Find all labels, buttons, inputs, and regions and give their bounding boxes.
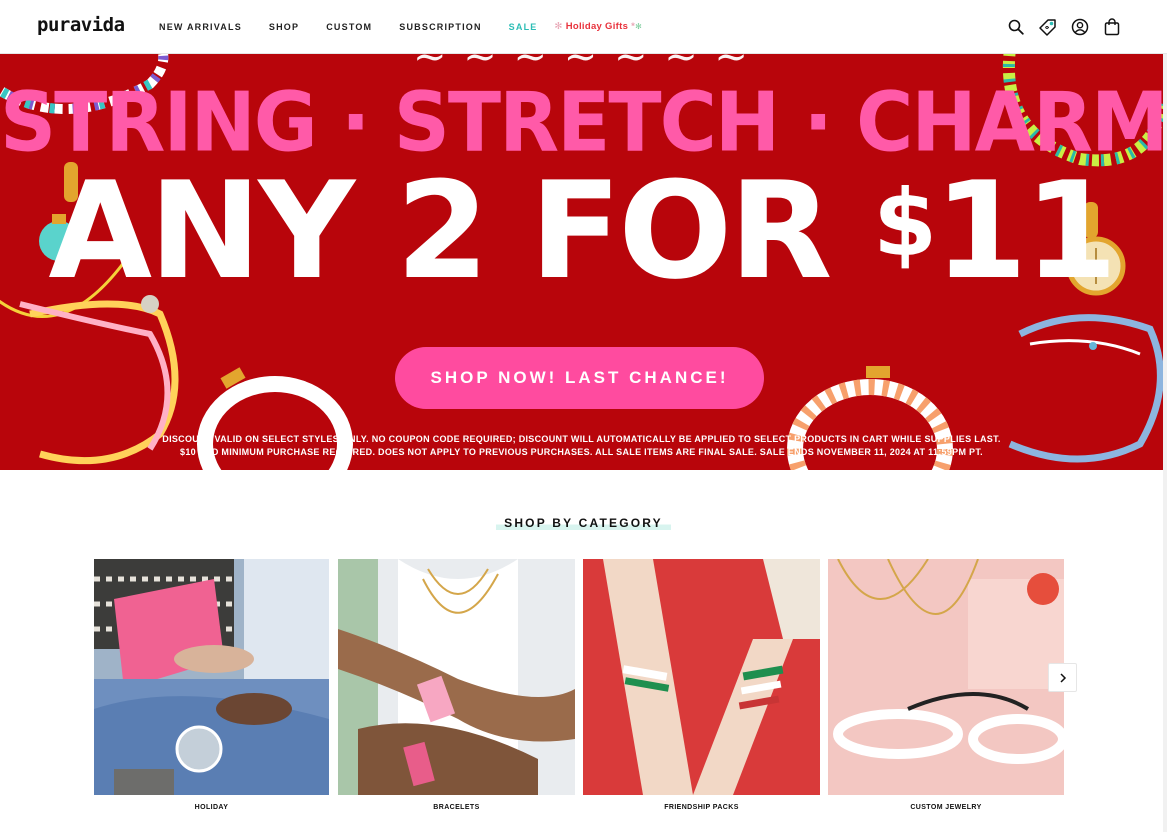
header-icons (995, 16, 1123, 38)
category-section-header: SHOP BY CATEGORY (0, 514, 1167, 532)
hero-offer: ANY 2 FOR $11 (0, 157, 1163, 305)
hero-offer-currency: $ (873, 170, 937, 277)
nav-shop[interactable]: SHOP (269, 22, 299, 32)
snowflake-icon: ✻ (635, 22, 643, 31)
search-icon[interactable] (1005, 16, 1027, 38)
chevron-right-icon (1059, 672, 1066, 683)
category-card-holiday[interactable]: HOLIDAY (94, 559, 329, 811)
bracelets-category-image[interactable] (338, 559, 575, 795)
category-label[interactable]: FRIENDSHIP PACKS (583, 804, 820, 811)
friendship-packs-category-image[interactable] (583, 559, 820, 795)
nav-sale[interactable]: SALE (509, 22, 538, 32)
puravida-logo[interactable]: puravida (37, 14, 125, 36)
category-card-custom-jewelry[interactable]: CUSTOM JEWELRY (828, 559, 1064, 811)
category-label[interactable]: BRACELETS (338, 804, 575, 811)
account-icon[interactable] (1069, 16, 1091, 38)
category-card-friendship-packs[interactable]: FRIENDSHIP PACKS (583, 559, 820, 811)
nav-holiday-gifts[interactable]: ✻ Holiday Gifts *✻ (554, 21, 642, 32)
category-card-bracelets[interactable]: BRACELETS (338, 559, 575, 811)
snowflake-icon: ✻ (554, 21, 563, 32)
category-label[interactable]: HOLIDAY (94, 804, 329, 811)
nav-custom[interactable]: CUSTOM (326, 22, 372, 32)
holiday-category-image[interactable] (94, 559, 329, 795)
section-title: SHOP BY CATEGORY (496, 516, 671, 530)
hero-offer-amount: 11 (934, 153, 1117, 309)
rewards-tag-icon[interactable] (1037, 16, 1059, 38)
category-label[interactable]: CUSTOM JEWELRY (828, 804, 1064, 811)
site-header: puravida NEW ARRIVALS SHOP CUSTOM SUBSCR… (0, 0, 1167, 54)
page-scrollbar[interactable] (1163, 0, 1167, 832)
fine-print-line: $10 USD MINIMUM PURCHASE REQUIRED. DOES … (180, 447, 983, 457)
hero-fine-print: DISCOUNT VALID ON SELECT STYLES ONLY. NO… (0, 433, 1163, 459)
custom-jewelry-category-image[interactable] (828, 559, 1064, 795)
shop-now-button[interactable]: SHOP NOW! LAST CHANCE! (395, 347, 764, 409)
category-carousel: HOLIDAY BRACELETS FRIENDSHIP PACKS CUSTO… (94, 559, 1064, 819)
carousel-next-button[interactable] (1048, 663, 1077, 692)
fine-print-line: DISCOUNT VALID ON SELECT STYLES ONLY. NO… (162, 434, 1001, 444)
cart-bag-icon[interactable] (1101, 16, 1123, 38)
hero-sale-banner[interactable]: ~ ~ ~ ~ ~ ~ ~ STRING · STRETCH · CHARMS … (0, 54, 1163, 470)
nav-new-arrivals[interactable]: NEW ARRIVALS (159, 22, 242, 32)
holiday-gifts-label: Holiday Gifts (565, 21, 629, 32)
hero-offer-text: ANY 2 FOR (48, 153, 874, 309)
main-nav: NEW ARRIVALS SHOP CUSTOM SUBSCRIPTION SA… (159, 21, 669, 32)
nav-subscription[interactable]: SUBSCRIPTION (399, 22, 481, 32)
